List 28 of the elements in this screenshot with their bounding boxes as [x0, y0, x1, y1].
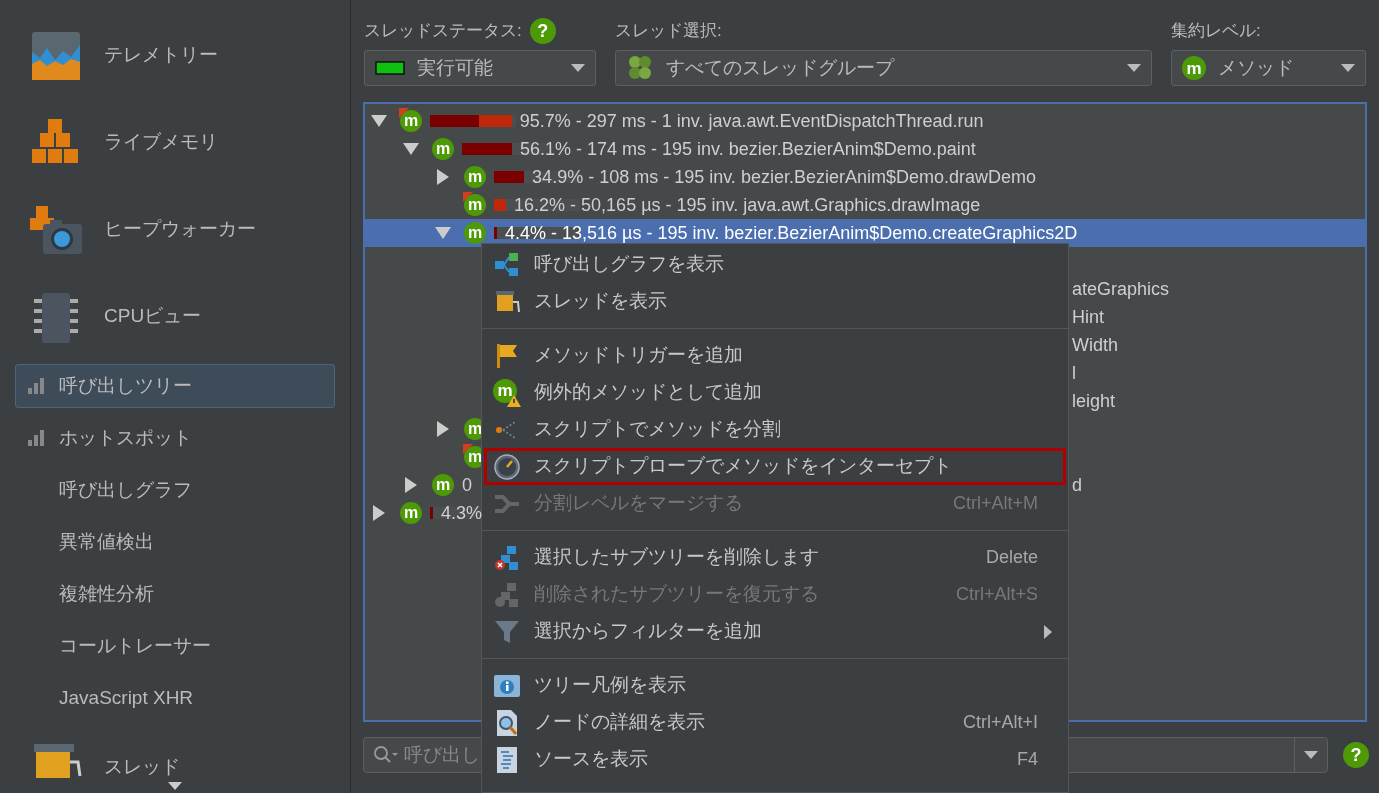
- field-label: スレッドステータス:: [364, 20, 522, 43]
- node-text: 34.9% - 108 ms - 195 inv. bezier.BezierAnim$Demo.drawDemo: [532, 165, 1036, 189]
- node-text: ateGraphics: [1072, 277, 1170, 301]
- shortcut-text: Delete: [985, 546, 1038, 569]
- field-label: スレッド選択:: [615, 20, 722, 43]
- field-label: 集約レベル:: [1171, 20, 1261, 43]
- node-text: 4.4% - 13,516 µs - 195 inv. bezier.BezierAnim$Demo.createGraphics2D: [505, 221, 1078, 245]
- node-text: leight: [1072, 389, 1116, 413]
- shortcut-text: F4: [1017, 748, 1038, 771]
- node-text: 95.7% - 297 ms - 1 inv. java.awt.EventDispatchThread.run: [519, 109, 984, 133]
- node-text: Width: [1072, 333, 1118, 357]
- node-text: 56.1% - 174 ms - 195 inv. bezier.BezierAnim$Demo.paint: [519, 137, 976, 161]
- method-icon: m: [432, 474, 454, 496]
- node-text: 4.3%: [441, 501, 483, 525]
- shortcut-text: Ctrl+Alt+I: [962, 711, 1038, 734]
- method-icon: m: [493, 378, 517, 403]
- shortcut-text: Ctrl+Alt+M: [952, 492, 1038, 515]
- shortcut-text: Ctrl+Alt+S: [955, 583, 1038, 606]
- node-text: d: [1072, 473, 1082, 497]
- method-icon: m: [432, 138, 454, 160]
- node-text: 0: [462, 473, 472, 497]
- method-icon: m: [1182, 56, 1206, 80]
- node-text: l: [1072, 361, 1076, 385]
- node-text: Hint: [1072, 305, 1104, 329]
- method-icon: m: [464, 222, 486, 244]
- method-icon: m: [464, 166, 486, 188]
- node-text: 16.2% - 50,165 µs - 195 inv. java.awt.Graphics.drawImage: [514, 193, 981, 217]
- method-icon: m: [400, 502, 422, 524]
